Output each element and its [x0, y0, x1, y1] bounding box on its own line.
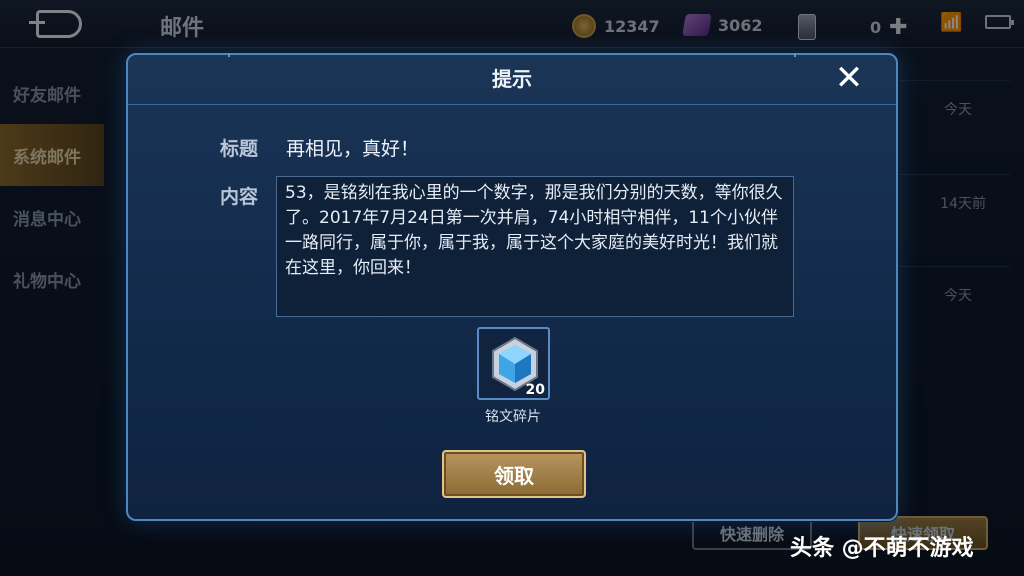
mail-dialog: 提示 ✕ 标题 再相见，真好！ 内容 53，是铭刻在我心里的一个数字，那是我们分…: [126, 53, 898, 521]
item-name: 铭文碎片: [485, 409, 541, 425]
watermark: 头条 @不萌不游戏: [790, 536, 974, 561]
close-icon[interactable]: ✕: [832, 61, 866, 95]
content-label: 内容: [220, 186, 259, 208]
reward-item-slot[interactable]: 20: [477, 327, 550, 400]
item-count: 20: [525, 382, 545, 398]
dialog-header: 提示 ✕: [128, 53, 896, 105]
mail-subject: 再相见，真好！: [286, 138, 420, 160]
subject-label: 标题: [220, 138, 259, 160]
dialog-title: 提示: [492, 67, 532, 91]
claim-button[interactable]: 领取: [442, 450, 586, 498]
mail-content[interactable]: 53，是铭刻在我心里的一个数字，那是我们分别的天数，等你很久了。2017年7月2…: [276, 176, 794, 317]
